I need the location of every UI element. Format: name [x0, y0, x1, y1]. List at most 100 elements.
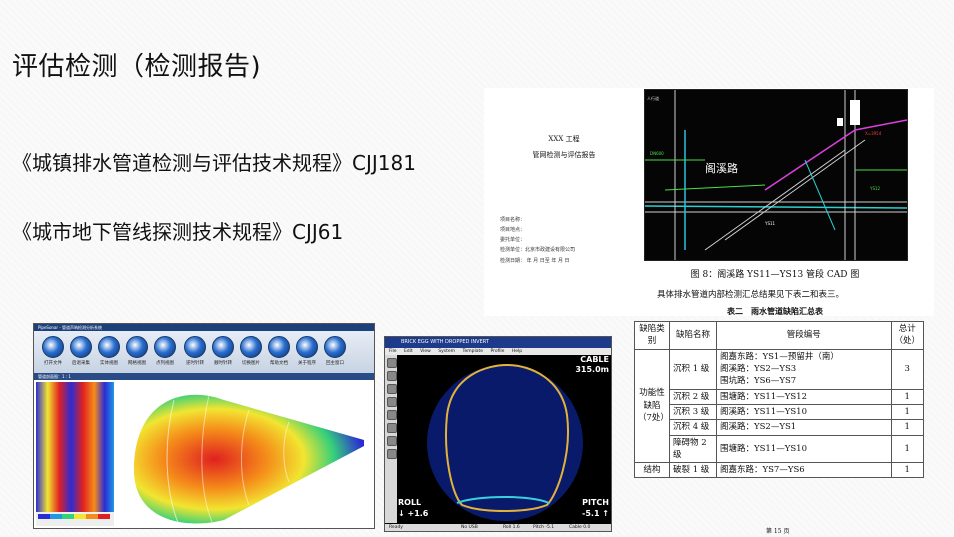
cad-drawing: 阁溪路 人行道 X=3954 YS12 YS11 DN600 — [644, 89, 908, 261]
back-icon — [70, 336, 92, 358]
defect-name: 沉积 2 级 — [669, 388, 717, 405]
mesh-view-button[interactable]: 网格视图 — [124, 336, 150, 366]
menu-system[interactable]: System — [438, 349, 455, 354]
table-row: 沉积 3 级 阁溪路：YS11—YS10 1 — [635, 403, 924, 421]
defect-count: 1 — [890, 462, 924, 479]
col-header: 缺陷类别 — [634, 321, 670, 350]
switch-image-button[interactable]: 切换图片 — [238, 336, 264, 366]
status-item: Pitch -5.1 — [533, 525, 555, 530]
help-doc-button[interactable]: 帮助文档 — [266, 336, 292, 366]
tool-button[interactable] — [387, 397, 397, 407]
rotate-ccw-button[interactable]: 逆时针转 — [182, 336, 208, 366]
tool-button[interactable] — [387, 436, 397, 446]
left-toolbar — [385, 355, 397, 523]
color-scale-legend — [38, 514, 110, 519]
status-item: Ready — [389, 525, 403, 530]
report-field: 委托单位： — [500, 237, 526, 243]
solid-view-button[interactable]: 实体视图 — [96, 336, 122, 366]
segment: 阁嘉东路：YS7—YS6 — [716, 462, 892, 479]
cable-label: CABLE — [580, 355, 609, 364]
report-field: 项目名称： — [500, 217, 526, 223]
menu-bar: File Edit View System Template Profile H… — [385, 348, 611, 355]
home-icon — [324, 336, 346, 358]
rotate-cw-button[interactable]: 顺时针转 — [210, 336, 236, 366]
defect-name: 沉积 4 级 — [669, 419, 717, 436]
pitch-value: -5.1 ↑ — [582, 509, 609, 518]
pitch-readout: PITCH -5.1 ↑ — [575, 497, 609, 519]
status-item: Cable 0.0 — [569, 525, 591, 530]
home-window-button[interactable]: 回主窗口 — [322, 336, 348, 366]
pitch-label: PITCH — [582, 498, 609, 507]
col-header: 总计（处） — [890, 321, 924, 350]
status-item: No USB — [461, 525, 478, 530]
tool-button[interactable] — [387, 371, 397, 381]
pipe-3d-viewport[interactable] — [34, 380, 374, 528]
segment: 围坑路：YS6—YS7 — [720, 376, 797, 387]
sonar-strip-image — [36, 382, 114, 512]
image-icon — [240, 336, 262, 358]
tool-button[interactable] — [387, 423, 397, 433]
menu-template[interactable]: Template — [462, 349, 483, 354]
menu-view[interactable]: View — [420, 349, 431, 354]
summary-text: 具体排水管道内部检测汇总结果见下表二和表三。 — [657, 290, 845, 300]
segment-cell: 阁嘉东路：YS1—预留井（南） 阁溪路：YS2—YS3 围坑路：YS6—YS7 — [716, 348, 892, 390]
segment: 阁嘉东路：YS1—预留井（南） — [720, 351, 839, 362]
cable-value: 315.0m — [575, 365, 609, 374]
about-button[interactable]: 关于程序 — [294, 336, 320, 366]
col-header: 缺陷名称 — [669, 321, 717, 350]
table-row: 结构 破裂 1 级 阁嘉东路：YS7—YS6 1 — [634, 462, 924, 479]
report-field: 检测日期： 年 月 日至 年 月 日 — [500, 258, 570, 264]
report-project: XXX 工程 — [548, 135, 580, 143]
open-file-button[interactable]: 打开文件 — [40, 336, 66, 366]
defect-name: 障碍物 2 级 — [669, 434, 717, 464]
table-row: 沉积 4 级 阁溪路：YS2—YS1 1 — [635, 419, 924, 436]
mesh-view-icon — [126, 336, 148, 358]
roll-readout: ROLL ↓ +1.6 — [398, 497, 428, 519]
segment: 阁溪路：YS2—YS3 — [720, 363, 797, 374]
menu-help[interactable]: Help — [512, 349, 522, 354]
menu-profile[interactable]: Profile — [490, 349, 504, 354]
sonar-window-title: BRICK EGG WITH DROPPED INVERT — [385, 337, 611, 348]
defect-summary-table: 缺陷类别 缺陷名称 管段编号 总计（处） 功能性缺陷（7处） 沉积 1 级 阁嘉… — [634, 321, 924, 479]
tool-button[interactable] — [387, 358, 397, 368]
solid-view-icon — [98, 336, 120, 358]
svg-text:DN600: DN600 — [650, 151, 664, 156]
defect-name: 破裂 1 级 — [669, 462, 717, 479]
defect-count: 3 — [890, 348, 924, 390]
page-number: 第 15 页 — [766, 528, 790, 535]
svg-text:YS11: YS11 — [764, 221, 776, 226]
defect-name: 沉积 1 级 — [669, 348, 717, 390]
rotate-cw-icon — [212, 336, 234, 358]
folder-icon — [42, 336, 64, 358]
roll-label: ROLL — [398, 498, 422, 507]
defect-count: 1 — [890, 434, 924, 464]
cad-caption: 图 8：阁溪路 YS11—YS13 管段 CAD 图 — [690, 270, 860, 280]
cable-readout: CABLE 315.0m — [575, 355, 609, 375]
menu-edit[interactable]: Edit — [404, 349, 413, 354]
segment: 围塘路：YS11—YS12 — [716, 388, 892, 405]
cad-road-label: 阁溪路 — [705, 161, 738, 175]
svg-text:YS12: YS12 — [869, 186, 881, 191]
point-view-icon — [154, 336, 176, 358]
back-capture-button[interactable]: 后退采集 — [68, 336, 94, 366]
toolbar-ribbon: 打开文件 后退采集 实体视图 网格视图 点列视图 逆时针转 顺时针转 切换图片 … — [34, 331, 374, 373]
point-view-button[interactable]: 点列视图 — [152, 336, 178, 366]
tool-button[interactable] — [387, 449, 397, 459]
menu-file[interactable]: File — [389, 349, 397, 354]
standard-cjj61: 《城市地下管线探测技术规程》CJJ61 — [12, 220, 344, 244]
report-field: 检测单位：北京市政建设有限公司 — [500, 247, 576, 253]
status-bar: Ready No USB Roll 1.6 Pitch -5.1 Cable 0… — [385, 524, 611, 531]
info-icon — [296, 336, 318, 358]
defect-category: 结构 — [634, 462, 670, 479]
col-header: 管段编号 — [716, 321, 892, 350]
tool-button[interactable] — [387, 384, 397, 394]
defect-count: 1 — [890, 419, 924, 436]
table-header-row: 缺陷类别 缺陷名称 管段编号 总计（处） — [634, 321, 924, 350]
help-icon — [268, 336, 290, 358]
table-caption: 表二 雨水管道缺陷汇总表 — [727, 306, 823, 316]
tool-button[interactable] — [387, 410, 397, 420]
svg-text:人行道: 人行道 — [647, 95, 659, 101]
pipe-sonar-window: PipeSonar - 管道声呐检测分析系统 打开文件 后退采集 实体视图 网格… — [33, 323, 375, 529]
status-item: Roll 1.6 — [503, 525, 520, 530]
defect-category: 功能性缺陷（7处） — [634, 348, 670, 464]
